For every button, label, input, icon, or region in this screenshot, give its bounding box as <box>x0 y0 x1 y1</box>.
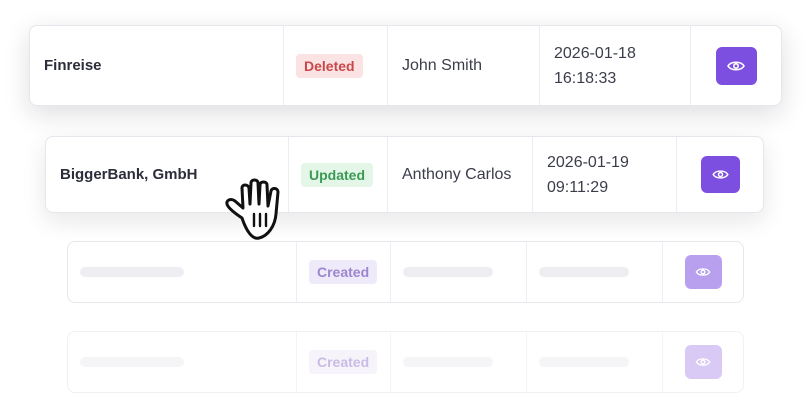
skeleton-bar <box>80 357 184 367</box>
user-name: Anthony Carlos <box>388 137 533 212</box>
skeleton-bar <box>403 267 493 277</box>
view-button[interactable] <box>700 156 740 193</box>
status-cell: Updated <box>289 137 388 212</box>
action-cell <box>677 137 763 212</box>
status-cell: Created <box>297 332 391 392</box>
company-skeleton <box>68 242 297 302</box>
company-name: Finreise <box>30 26 284 105</box>
skeleton-bar <box>80 267 184 277</box>
status-badge: Created <box>309 350 378 374</box>
table-row-placeholder: Created <box>67 241 744 303</box>
user-skeleton <box>391 332 527 392</box>
action-cell <box>663 242 743 302</box>
date-skeleton <box>527 242 663 302</box>
skeleton-bar <box>403 357 493 367</box>
timestamp: 2026-01-19 09:11:29 <box>533 137 677 212</box>
eye-icon <box>727 60 745 72</box>
timestamp: 2026-01-18 16:18:33 <box>540 26 691 105</box>
date-text: 2026-01-18 <box>554 44 636 62</box>
table-row[interactable]: BiggerBank, GmbH Updated Anthony Carlos … <box>45 136 764 213</box>
status-badge: Updated <box>301 162 373 187</box>
table-row-placeholder: Created <box>67 331 744 393</box>
view-button[interactable] <box>715 46 757 85</box>
user-skeleton <box>391 242 527 302</box>
time-text: 09:11:29 <box>547 178 609 196</box>
status-cell: Deleted <box>284 26 388 105</box>
eye-icon <box>695 267 711 277</box>
action-cell <box>691 26 781 105</box>
status-cell: Created <box>297 242 391 302</box>
skeleton-bar <box>539 267 629 277</box>
eye-icon <box>695 357 711 367</box>
eye-icon <box>711 169 729 180</box>
company-skeleton <box>68 332 297 392</box>
date-skeleton <box>527 332 663 392</box>
grab-hand-cursor-icon <box>222 174 298 246</box>
view-button[interactable] <box>684 255 722 289</box>
time-text: 16:18:33 <box>554 69 617 87</box>
view-button[interactable] <box>684 345 722 379</box>
table-row[interactable]: Finreise Deleted John Smith 2026-01-18 1… <box>29 25 782 106</box>
date-text: 2026-01-19 <box>547 153 629 171</box>
user-name: John Smith <box>388 26 540 105</box>
skeleton-bar <box>539 357 629 367</box>
status-badge: Deleted <box>296 53 363 78</box>
activity-log: Finreise Deleted John Smith 2026-01-18 1… <box>0 0 811 410</box>
status-badge: Created <box>309 260 378 284</box>
action-cell <box>663 332 743 392</box>
